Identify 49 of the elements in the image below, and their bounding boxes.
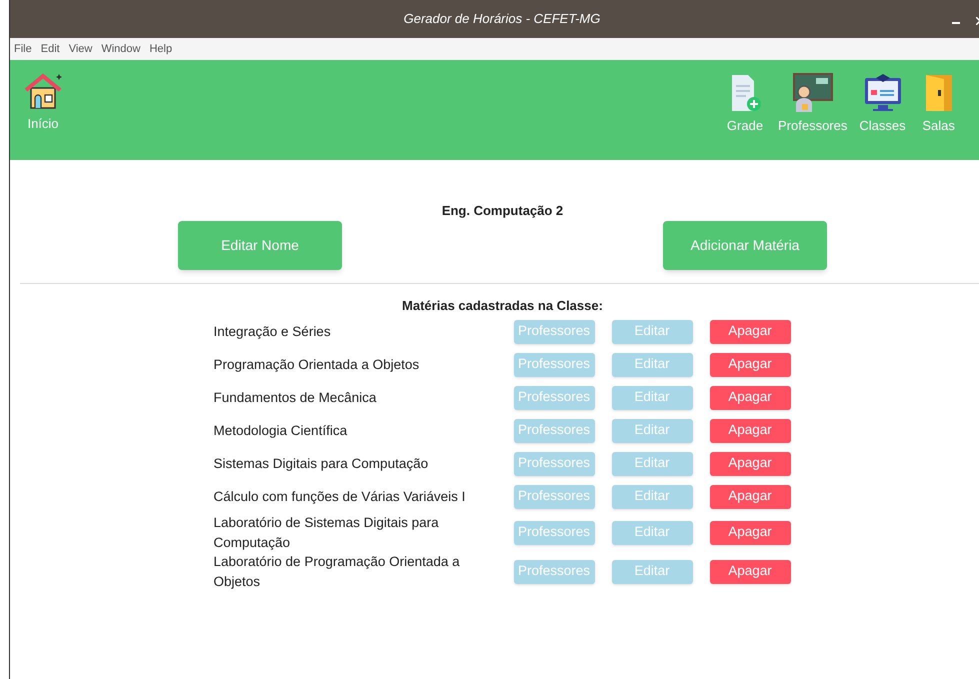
row-button[interactable]: Editar [612,418,692,442]
subject-name: Integração e Séries [214,322,332,341]
row-button[interactable]: Editar [612,320,692,344]
menu-item[interactable]: Help [149,40,172,58]
delete-button[interactable]: Apagar [710,418,790,442]
menu-item[interactable]: Edit [40,40,60,58]
minimize-icon[interactable] [952,22,960,25]
action-button[interactable]: Editar Nome [178,221,342,270]
teacher-icon [792,72,834,114]
nav-button[interactable]: Classes [859,72,906,134]
subject-name: Fundamentos de Mecânica [214,388,378,407]
menu-item[interactable]: File [14,40,32,58]
subject-name: Metodologia Científica [214,422,348,440]
row-button[interactable]: Editar [612,560,692,584]
delete-button[interactable]: Apagar [710,452,790,476]
delete-button[interactable]: Apagar [710,386,790,410]
delete-button[interactable]: Apagar [710,560,790,584]
class-name: Eng. Computação 2 [440,203,564,219]
row-button[interactable]: Professores [514,352,594,376]
row-button[interactable]: Professores [514,560,594,584]
delete-button[interactable]: Apagar [710,352,790,376]
row-button[interactable]: Editar [612,452,692,476]
action-button[interactable]: Adicionar Matéria [663,221,827,270]
subject-name: Cálculo com funções de Várias Variáveis I [214,488,466,506]
subject-name: Programação Orientada a Objetos [214,356,420,374]
row-button[interactable]: Professores [514,452,594,476]
row-button[interactable]: Professores [514,484,594,508]
subject-name: Sistemas Digitais para Computação [214,454,430,473]
row-button[interactable]: Editar [612,386,692,410]
delete-button[interactable]: Apagar [710,520,790,544]
subject-name: Laboratório de Sistemas Digitais para Computação [214,514,440,552]
nav-button[interactable]: Grade [724,72,766,134]
row-button[interactable]: Editar [612,352,692,376]
menu-item[interactable]: Window [101,40,140,58]
row-button[interactable]: Professores [514,386,594,410]
row-button[interactable]: Professores [514,520,594,544]
delete-button[interactable]: Apagar [710,320,790,344]
nav-button[interactable]: Professores [778,72,848,134]
row-button[interactable]: Professores [514,418,594,442]
section-heading: Matérias cadastradas na Classe: [401,298,604,314]
window-title: Gerador de Horários - CEFET-MG [404,10,600,28]
subject-name: Laboratório de Programação Orientada a Objetos [214,553,461,591]
menu-item[interactable]: View [68,40,92,58]
row-button[interactable]: Editar [612,484,692,508]
delete-button[interactable]: Apagar [710,484,790,508]
nav-button[interactable]: Salas [918,72,960,134]
nav-button[interactable]: Início [22,70,64,132]
row-button[interactable]: Editar [612,520,692,544]
row-button[interactable]: Professores [514,320,594,344]
